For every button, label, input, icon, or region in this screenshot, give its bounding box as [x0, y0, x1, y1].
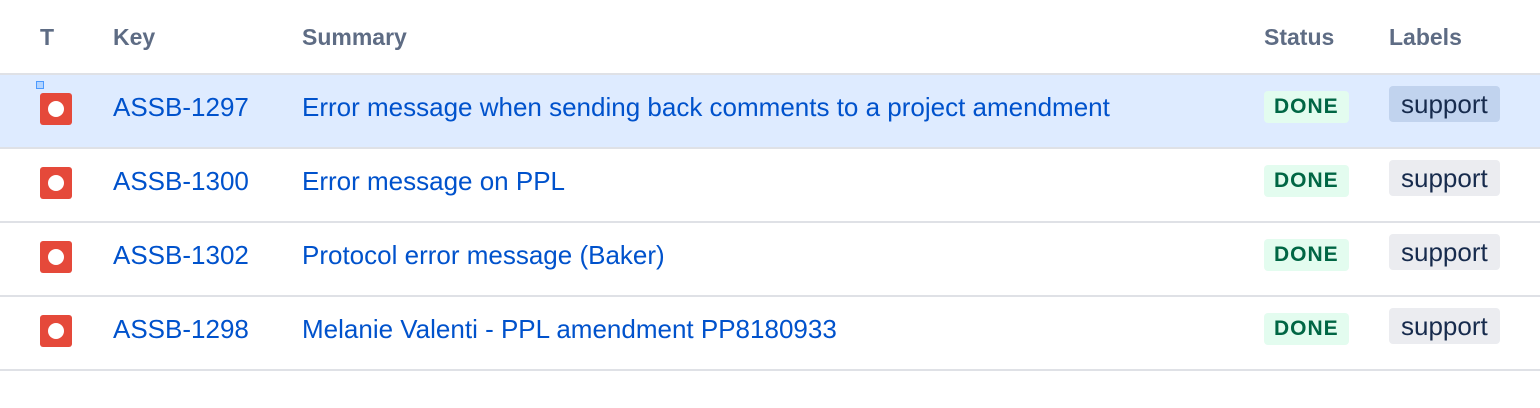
- issue-key-link[interactable]: ASSB-1302: [113, 240, 249, 271]
- status-badge: DONE: [1264, 165, 1349, 197]
- issue-summary-link[interactable]: Melanie Valenti - PPL amendment PP818093…: [302, 314, 837, 345]
- table-row[interactable]: ASSB-1302 Protocol error message (Baker)…: [0, 223, 1540, 297]
- status-badge: DONE: [1264, 91, 1349, 123]
- table-row[interactable]: ASSB-1298 Melanie Valenti - PPL amendmen…: [0, 297, 1540, 371]
- issue-table: T Key Summary Status Labels ASSB-1297 Er…: [0, 0, 1540, 371]
- label-tag[interactable]: support: [1389, 86, 1500, 122]
- issue-summary-link[interactable]: Error message on PPL: [302, 166, 565, 197]
- table-header: T Key Summary Status Labels: [0, 0, 1540, 75]
- issue-key-link[interactable]: ASSB-1297: [113, 92, 249, 123]
- column-header-summary[interactable]: Summary: [302, 24, 407, 51]
- table-row[interactable]: ASSB-1297 Error message when sending bac…: [0, 75, 1540, 149]
- bug-icon[interactable]: [40, 315, 72, 347]
- label-tag[interactable]: support: [1389, 308, 1500, 344]
- issue-key-link[interactable]: ASSB-1300: [113, 166, 249, 197]
- status-badge: DONE: [1264, 239, 1349, 271]
- bug-icon[interactable]: [40, 93, 72, 125]
- issue-summary-link[interactable]: Protocol error message (Baker): [302, 240, 665, 271]
- column-header-status[interactable]: Status: [1264, 24, 1334, 51]
- label-tag[interactable]: support: [1389, 234, 1500, 270]
- label-tag[interactable]: support: [1389, 160, 1500, 196]
- issue-key-link[interactable]: ASSB-1298: [113, 314, 249, 345]
- bug-icon[interactable]: [40, 167, 72, 199]
- table-row[interactable]: ASSB-1300 Error message on PPL DONE supp…: [0, 149, 1540, 223]
- issue-summary-link[interactable]: Error message when sending back comments…: [302, 92, 1110, 123]
- column-header-labels[interactable]: Labels: [1389, 24, 1462, 51]
- bug-icon[interactable]: [40, 241, 72, 273]
- column-header-type[interactable]: T: [40, 24, 54, 51]
- row-focus-marker: [36, 81, 44, 89]
- column-header-key[interactable]: Key: [113, 24, 155, 51]
- status-badge: DONE: [1264, 313, 1349, 345]
